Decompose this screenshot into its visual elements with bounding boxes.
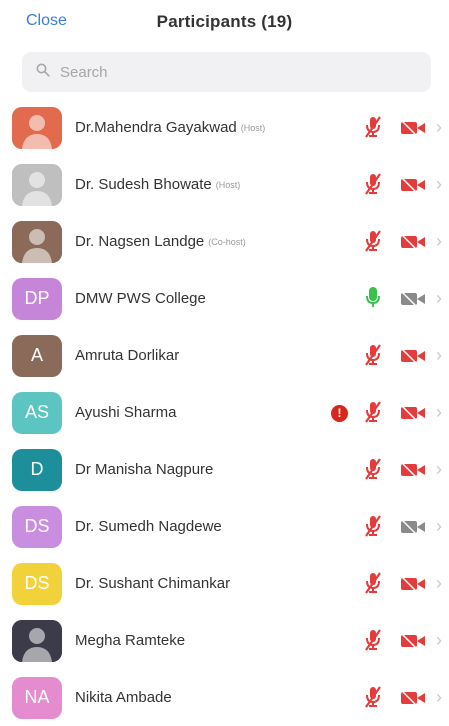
participant-name-group: Nikita Ambade [75,669,172,726]
avatar-initials: DP [24,288,50,308]
avatar-initials: A [30,345,43,365]
participant-name: Dr. Sushant Chimankar [75,575,231,592]
participant-row[interactable]: AS Ayushi Sharma ! › [0,384,449,441]
participant-row[interactable]: Dr. Nagsen Landge (Co-host) › [0,213,449,270]
participant-role: (Host) [240,122,266,133]
avatar-initials: AS [24,402,49,422]
participant-name-group: Dr. Sushant Chimankar [75,555,230,612]
avatar: DS [12,562,62,605]
participant-name: Dr Manisha Nagpure [75,461,214,478]
chevron-right-icon: › [436,345,442,365]
participant-name: Dr. Sumedh Nagdewe [75,518,222,535]
header: Close Participants (19) [0,0,449,44]
mic-muted-icon[interactable] [362,685,384,714]
video-off-icon[interactable] [400,234,426,255]
chevron-right-icon: › [436,174,442,194]
participant-role: (Co-host) [208,236,246,247]
participant-name: Nikita Ambade [75,689,172,706]
participant-row[interactable]: DS Dr. Sumedh Nagdewe › [0,498,449,555]
participant-row[interactable]: DS Dr. Sushant Chimankar › [0,555,449,612]
participant-name: DMW PWS College [75,290,206,307]
search-bar[interactable] [22,52,431,92]
participant-row[interactable]: Megha Ramteke › [0,612,449,669]
avatar: AS [12,391,62,434]
avatar [12,106,62,149]
chevron-right-icon: › [436,630,442,650]
chevron-right-icon: › [436,516,442,536]
avatar [12,619,62,662]
avatar-initials: DS [24,573,50,593]
video-off-icon[interactable] [400,576,426,597]
participant-name-group: Amruta Dorlikar [75,327,179,384]
participant-row[interactable]: A Amruta Dorlikar › [0,327,449,384]
video-off-icon[interactable] [400,462,426,483]
chevron-right-icon: › [436,117,442,137]
participant-name-group: Dr. Sudesh Bhowate (Host) [75,156,240,213]
avatar: DS [12,505,62,548]
avatar: A [12,334,62,377]
video-off-icon[interactable] [400,519,426,540]
video-off-icon[interactable] [400,291,426,312]
mic-muted-icon[interactable] [362,172,384,201]
participant-name-group: Dr. Sumedh Nagdewe [75,498,222,555]
mic-muted-icon[interactable] [362,571,384,600]
chevron-right-icon: › [436,459,442,479]
mic-muted-icon[interactable] [362,400,384,429]
avatar: D [12,448,62,491]
video-off-icon[interactable] [400,120,426,141]
participant-name-group: DMW PWS College [75,270,206,327]
mic-muted-icon[interactable] [362,457,384,486]
chevron-right-icon: › [436,288,442,308]
search-input[interactable] [58,62,362,82]
avatar [12,220,62,263]
video-off-icon[interactable] [400,633,426,654]
chevron-right-icon: › [436,573,442,593]
participant-name-group: Dr. Nagsen Landge (Co-host) [75,213,246,270]
participant-name: Dr.Mahendra Gayakwad [75,119,237,136]
alert-icon: ! [331,405,348,422]
mic-icon[interactable] [362,286,384,315]
participant-name-group: Dr.Mahendra Gayakwad (Host) [75,99,265,156]
close-button[interactable]: Close [26,12,67,30]
avatar: DP [12,277,62,320]
participant-list: Dr.Mahendra Gayakwad (Host) › Dr. Sudesh… [0,99,449,726]
video-off-icon[interactable] [400,690,426,711]
participant-row[interactable]: Dr.Mahendra Gayakwad (Host) › [0,99,449,156]
participant-name-group: Dr Manisha Nagpure [75,441,213,498]
mic-muted-icon[interactable] [362,628,384,657]
search-icon [36,63,50,82]
avatar-initials: DS [24,516,50,536]
page-title: Participants (19) [156,12,293,31]
avatar-initials: D [30,459,44,479]
mic-muted-icon[interactable] [362,229,384,258]
participant-row[interactable]: D Dr Manisha Nagpure › [0,441,449,498]
video-off-icon[interactable] [400,348,426,369]
mic-muted-icon[interactable] [362,115,384,144]
participant-name: Dr. Nagsen Landge [75,233,205,250]
mic-muted-icon[interactable] [362,514,384,543]
avatar [12,163,62,206]
chevron-right-icon: › [436,402,442,422]
participant-row[interactable]: Dr. Sudesh Bhowate (Host) › [0,156,449,213]
participant-name: Megha Ramteke [75,632,186,649]
participant-name: Ayushi Sharma [75,404,177,421]
participant-name-group: Ayushi Sharma [75,384,176,441]
participant-name-group: Megha Ramteke [75,612,185,669]
video-off-icon[interactable] [400,405,426,426]
participant-name: Amruta Dorlikar [75,347,180,364]
participant-row[interactable]: NA Nikita Ambade › [0,669,449,726]
chevron-right-icon: › [436,231,442,251]
participant-role: (Host) [215,179,241,190]
mic-muted-icon[interactable] [362,343,384,372]
video-off-icon[interactable] [400,177,426,198]
avatar: NA [12,676,62,719]
participant-name: Dr. Sudesh Bhowate [75,176,212,193]
participant-row[interactable]: DP DMW PWS College › [0,270,449,327]
